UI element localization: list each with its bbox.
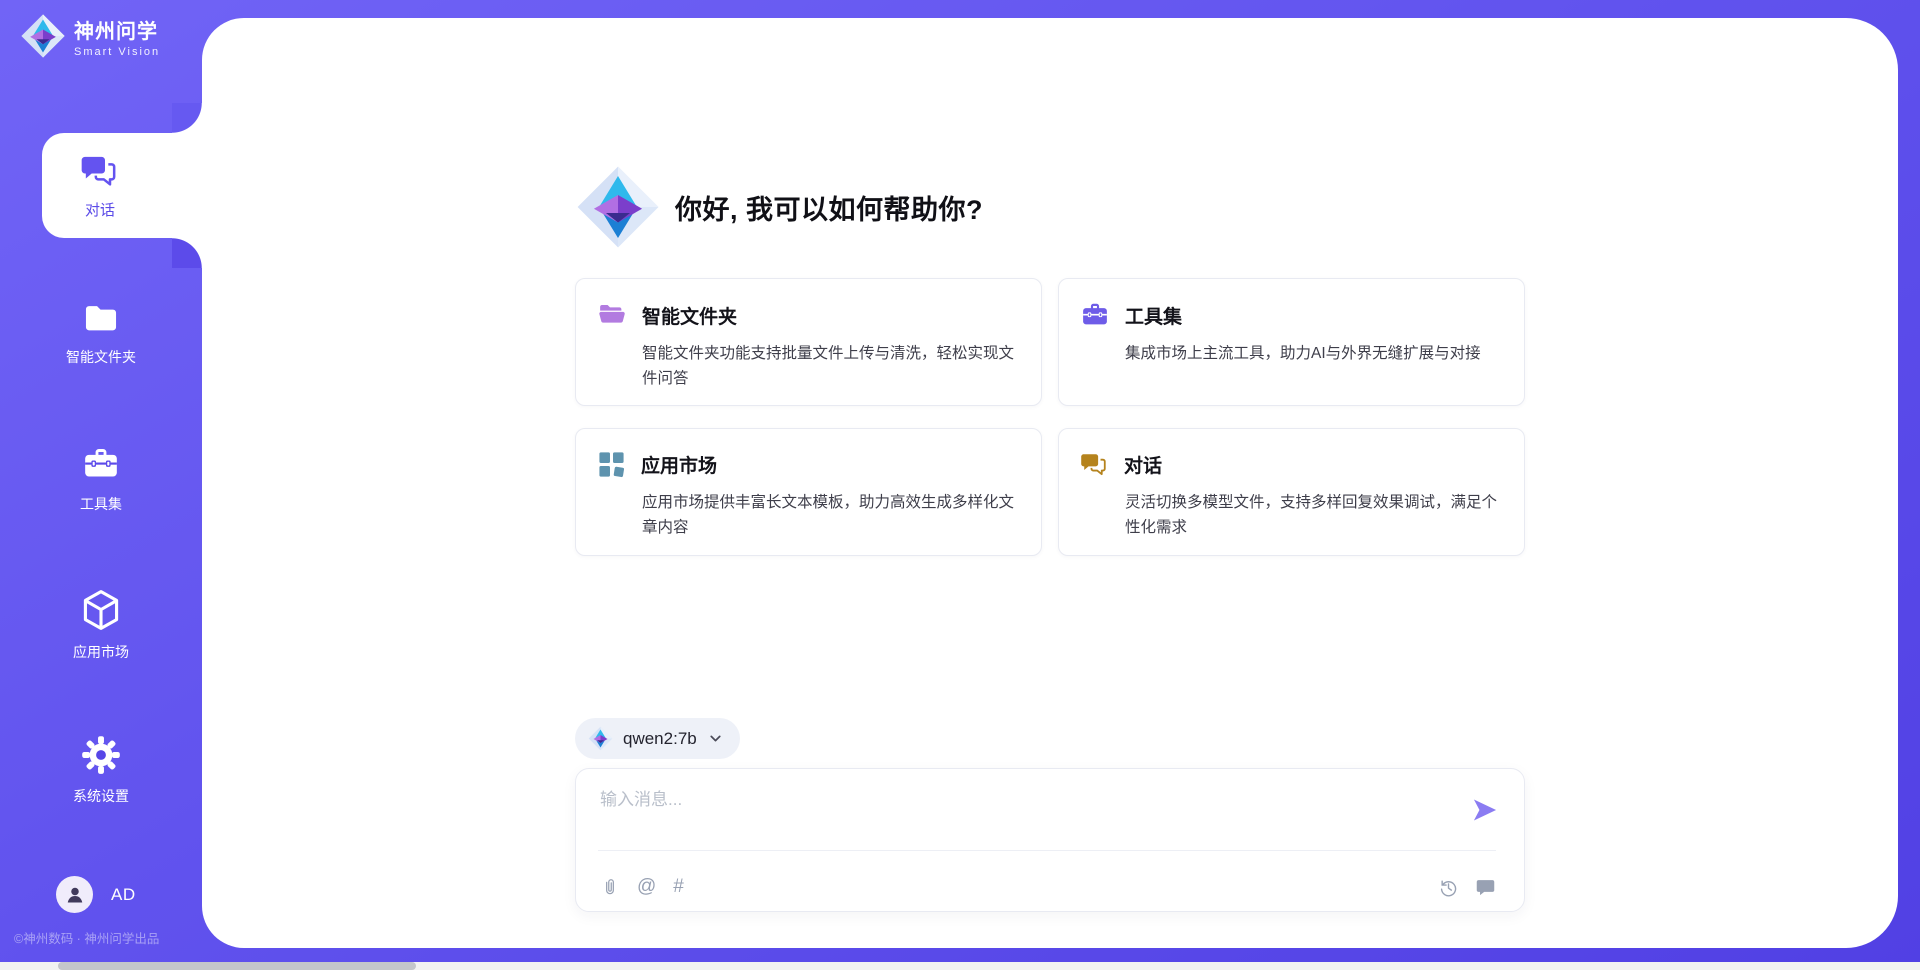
sidebar-item-toolset[interactable]: 工具集 bbox=[0, 444, 202, 514]
conversation-button[interactable] bbox=[1475, 877, 1496, 898]
copyright: ©神州数码 · 神州问学出品 bbox=[14, 928, 159, 947]
chat-icon bbox=[80, 151, 120, 191]
card-description: 应用市场提供丰富长文本模板，助力高效生成多样化文章内容 bbox=[642, 490, 1017, 540]
cube-icon bbox=[79, 588, 123, 632]
card-head: 工具集 bbox=[1080, 300, 1500, 330]
history-icon bbox=[1438, 877, 1459, 898]
sidebar-item-smart-folder[interactable]: 智能文件夹 bbox=[0, 299, 202, 367]
card-title: 智能文件夹 bbox=[642, 302, 737, 329]
assistant-logo-icon bbox=[575, 163, 661, 251]
sidebar-item-label: 对话 bbox=[85, 199, 115, 220]
at-icon: @ bbox=[637, 876, 656, 898]
horizontal-scrollbar[interactable] bbox=[0, 962, 1920, 970]
message-input[interactable] bbox=[600, 785, 1450, 843]
model-name: qwen2:7b bbox=[623, 729, 697, 749]
sidebar-item-label: 工具集 bbox=[80, 494, 122, 514]
folder-open-icon bbox=[597, 300, 627, 330]
gear-icon bbox=[80, 734, 122, 776]
chat-icon bbox=[1080, 450, 1109, 479]
model-logo-icon bbox=[588, 726, 613, 751]
hashtag-button[interactable]: # bbox=[673, 876, 684, 898]
brand-text: 神州问学 Smart Vision bbox=[74, 15, 160, 58]
grid-icon bbox=[597, 450, 626, 479]
feature-card-app-market[interactable]: 应用市场 应用市场提供丰富长文本模板，助力高效生成多样化文章内容 bbox=[575, 428, 1042, 556]
avatar bbox=[56, 876, 93, 913]
composer-toolbar: @ # bbox=[600, 869, 1496, 905]
composer-divider bbox=[598, 850, 1496, 851]
card-description: 集成市场上主流工具，助力AI与外界无缝扩展与对接 bbox=[1125, 341, 1500, 366]
main-content: 你好, 我可以如何帮助你? 智能文件夹 智能文件夹功能支持批量文件上传与清洗，轻… bbox=[575, 18, 1525, 948]
feature-card-smart-folder[interactable]: 智能文件夹 智能文件夹功能支持批量文件上传与清洗，轻松实现文件问答 bbox=[575, 278, 1042, 406]
feature-card-chat[interactable]: 对话 灵活切换多模型文件，支持多样回复效果调试，满足个性化需求 bbox=[1058, 428, 1525, 556]
send-button[interactable] bbox=[1471, 796, 1499, 824]
user-profile[interactable]: AD bbox=[56, 876, 136, 913]
attach-button[interactable] bbox=[600, 876, 620, 898]
toolbox-icon bbox=[1080, 300, 1110, 330]
card-head: 应用市场 bbox=[597, 450, 1017, 479]
toolbox-icon bbox=[81, 444, 121, 484]
brand: 神州问学 Smart Vision bbox=[20, 13, 160, 59]
card-description: 智能文件夹功能支持批量文件上传与清洗，轻松实现文件问答 bbox=[642, 341, 1017, 391]
sidebar-item-label: 系统设置 bbox=[73, 786, 129, 806]
sidebar-item-app-market[interactable]: 应用市场 bbox=[0, 588, 202, 662]
card-head: 智能文件夹 bbox=[597, 300, 1017, 330]
sidebar: 神州问学 Smart Vision 对话 智能文件夹 工具集 应用市场 系统设置 bbox=[0, 0, 202, 970]
brand-logo-icon bbox=[20, 13, 66, 59]
card-title: 工具集 bbox=[1125, 302, 1182, 329]
scrollbar-thumb[interactable] bbox=[58, 962, 416, 970]
person-icon bbox=[63, 883, 87, 907]
greeting: 你好, 我可以如何帮助你? bbox=[575, 163, 983, 251]
feature-card-toolset[interactable]: 工具集 集成市场上主流工具，助力AI与外界无缝扩展与对接 bbox=[1058, 278, 1525, 406]
sidebar-item-label: 智能文件夹 bbox=[66, 347, 136, 367]
brand-name: 神州问学 bbox=[74, 15, 160, 44]
model-selector[interactable]: qwen2:7b bbox=[575, 718, 740, 759]
card-title: 对话 bbox=[1124, 451, 1162, 478]
chat-bubble-icon bbox=[1475, 877, 1496, 898]
sidebar-item-chat[interactable]: 对话 bbox=[42, 133, 202, 238]
user-initials: AD bbox=[111, 885, 136, 905]
sidebar-item-label: 应用市场 bbox=[73, 642, 129, 662]
composer-toolbar-left: @ # bbox=[600, 876, 684, 898]
card-head: 对话 bbox=[1080, 450, 1500, 479]
composer: @ # bbox=[575, 768, 1525, 912]
feature-cards: 智能文件夹 智能文件夹功能支持批量文件上传与清洗，轻松实现文件问答 工具集 集成… bbox=[575, 278, 1525, 556]
brand-subtitle: Smart Vision bbox=[74, 46, 160, 58]
history-button[interactable] bbox=[1438, 877, 1459, 898]
main-panel: 你好, 我可以如何帮助你? 智能文件夹 智能文件夹功能支持批量文件上传与清洗，轻… bbox=[202, 18, 1898, 948]
chevron-down-icon bbox=[707, 730, 724, 747]
sidebar-item-system-settings[interactable]: 系统设置 bbox=[0, 734, 202, 806]
paperclip-icon bbox=[600, 876, 620, 898]
card-description: 灵活切换多模型文件，支持多样回复效果调试，满足个性化需求 bbox=[1125, 490, 1500, 540]
send-icon bbox=[1471, 796, 1499, 824]
folder-icon bbox=[81, 299, 121, 337]
mention-button[interactable]: @ bbox=[637, 876, 656, 898]
card-title: 应用市场 bbox=[641, 451, 717, 478]
composer-toolbar-right bbox=[1438, 877, 1496, 898]
greeting-title: 你好, 我可以如何帮助你? bbox=[675, 188, 983, 227]
hash-icon: # bbox=[673, 876, 684, 898]
